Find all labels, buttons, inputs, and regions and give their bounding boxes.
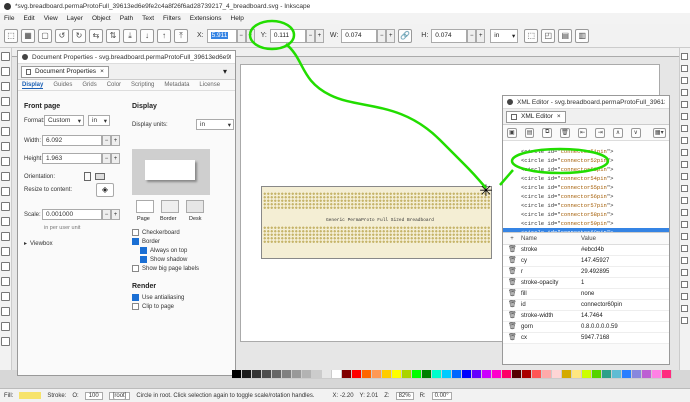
- color-swatch[interactable]: [362, 370, 372, 379]
- rotation-label: R:: [419, 392, 426, 399]
- annotation-circle-xml-node: [510, 147, 610, 175]
- color-swatch[interactable]: [422, 370, 432, 379]
- color-swatch[interactable]: [322, 370, 332, 379]
- color-swatch[interactable]: [412, 370, 422, 379]
- color-swatch[interactable]: [532, 370, 542, 379]
- color-swatch[interactable]: [612, 370, 622, 379]
- color-swatch[interactable]: [522, 370, 532, 379]
- color-swatch[interactable]: [402, 370, 412, 379]
- color-swatch[interactable]: [592, 370, 602, 379]
- status-bar: Fill: Stroke: O: 100 [root] Circle in ro…: [0, 388, 690, 402]
- color-swatch[interactable]: [652, 370, 662, 379]
- color-palette: [232, 370, 672, 388]
- fill-swatch[interactable]: [19, 392, 42, 399]
- color-swatch[interactable]: [392, 370, 402, 379]
- annotation-pointer-line: [499, 169, 514, 186]
- color-swatch[interactable]: [552, 370, 562, 379]
- color-swatch[interactable]: [562, 370, 572, 379]
- color-swatch[interactable]: [302, 370, 312, 379]
- layer-select[interactable]: [root]: [108, 391, 131, 400]
- color-swatch[interactable]: [332, 370, 342, 379]
- rotation-input[interactable]: 0.00°: [431, 391, 452, 400]
- color-swatch[interactable]: [432, 370, 442, 379]
- color-swatch[interactable]: [632, 370, 642, 379]
- color-swatch[interactable]: [572, 370, 582, 379]
- color-swatch[interactable]: [252, 370, 262, 379]
- color-swatch[interactable]: [472, 370, 482, 379]
- color-swatch[interactable]: [492, 370, 502, 379]
- status-message: Circle in root. Click selection again to…: [136, 392, 315, 399]
- color-swatch[interactable]: [282, 370, 292, 379]
- color-swatch[interactable]: [662, 370, 672, 379]
- cursor-x: X: -2.20: [332, 392, 354, 399]
- color-swatch[interactable]: [642, 370, 652, 379]
- color-swatch[interactable]: [232, 370, 242, 379]
- color-swatch[interactable]: [312, 370, 322, 379]
- zoom-label: Z:: [384, 392, 390, 399]
- color-swatch[interactable]: [272, 370, 282, 379]
- color-swatch[interactable]: [542, 370, 552, 379]
- color-swatch[interactable]: [462, 370, 472, 379]
- color-swatch[interactable]: [352, 370, 362, 379]
- color-swatch[interactable]: [262, 370, 272, 379]
- color-swatch[interactable]: [452, 370, 462, 379]
- color-swatch[interactable]: [442, 370, 452, 379]
- color-swatch[interactable]: [502, 370, 512, 379]
- opacity-label: O:: [72, 392, 79, 399]
- color-swatch[interactable]: [342, 370, 352, 379]
- fill-label: Fill:: [4, 392, 14, 399]
- color-swatch[interactable]: [482, 370, 492, 379]
- green-annotation: [248, 19, 610, 189]
- color-swatch[interactable]: [602, 370, 612, 379]
- opacity-input[interactable]: 100: [84, 391, 103, 400]
- cursor-y: Y: 2.01: [359, 392, 379, 399]
- stroke-label: Stroke:: [47, 392, 67, 399]
- zoom-input[interactable]: 82%: [395, 391, 414, 400]
- color-swatch[interactable]: [382, 370, 392, 379]
- annotation-arrow-line: [285, 43, 487, 189]
- color-swatch[interactable]: [242, 370, 252, 379]
- color-swatch[interactable]: [582, 370, 592, 379]
- color-swatch[interactable]: [372, 370, 382, 379]
- color-swatch[interactable]: [512, 370, 522, 379]
- color-swatch[interactable]: [622, 370, 632, 379]
- color-swatch[interactable]: [292, 370, 302, 379]
